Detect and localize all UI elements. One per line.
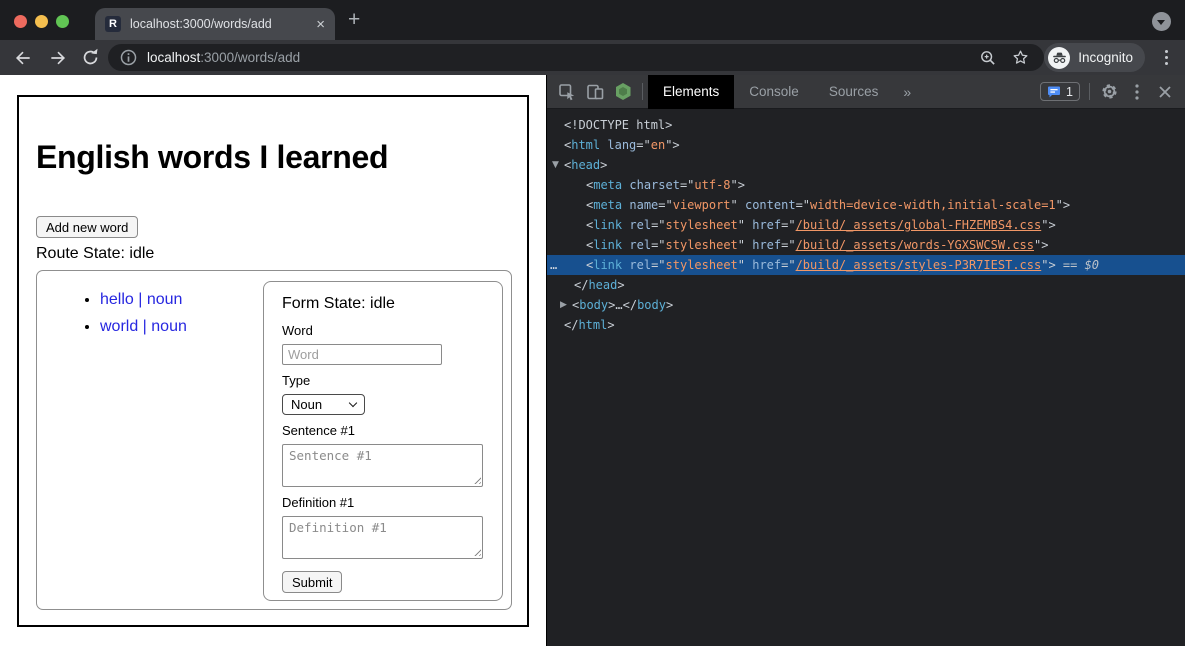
back-button[interactable] xyxy=(10,45,35,70)
devtools-toolbar: Elements Console Sources » 1 xyxy=(547,75,1185,109)
green-hexagon-icon xyxy=(616,83,631,100)
definition-textarea[interactable] xyxy=(282,516,483,559)
bookmark-button[interactable] xyxy=(1008,46,1032,70)
definition-label: Definition #1 xyxy=(282,495,484,510)
devtools-menu-button[interactable] xyxy=(1123,79,1151,105)
type-select[interactable]: Noun xyxy=(282,394,365,415)
dom-tree-node[interactable]: <meta charset="utf-8"> xyxy=(547,175,1185,195)
star-icon xyxy=(1011,48,1030,67)
dom-tree-node[interactable]: …<link rel="stylesheet" href="/build/_as… xyxy=(547,255,1185,275)
sentence-label: Sentence #1 xyxy=(282,423,484,438)
word-link-hello[interactable]: hello | noun xyxy=(100,291,182,308)
reload-icon xyxy=(81,48,100,67)
devtools-panel: Elements Console Sources » 1 xyxy=(546,75,1185,646)
tab-close-icon[interactable]: × xyxy=(316,17,325,32)
list-item: world | noun xyxy=(100,318,187,336)
browser-toolbar: localhost:3000/words/add xyxy=(0,40,1185,75)
chevron-down-icon xyxy=(1157,20,1165,25)
dom-tree-node[interactable]: ▶<body>…</body> xyxy=(547,295,1185,315)
incognito-label: Incognito xyxy=(1078,50,1133,65)
issues-counter-button[interactable]: 1 xyxy=(1040,82,1080,101)
sentence-textarea[interactable] xyxy=(282,444,483,487)
dom-tree-node[interactable]: </head> xyxy=(547,275,1185,295)
list-item: hello | noun xyxy=(100,291,187,309)
more-tabs-button[interactable]: » xyxy=(893,84,921,100)
inspected-node-hint: == $0 xyxy=(1056,258,1099,272)
forward-button[interactable] xyxy=(45,45,70,70)
incognito-badge[interactable]: Incognito xyxy=(1044,43,1145,72)
inspect-element-button[interactable] xyxy=(553,79,581,105)
device-toolbar-button[interactable] xyxy=(581,79,609,105)
zoom-level-button[interactable] xyxy=(976,46,1000,70)
kebab-icon xyxy=(1165,50,1168,53)
gear-icon xyxy=(1101,83,1118,100)
page-container: English words I learned Add new word Rou… xyxy=(17,95,529,627)
window-minimize-button[interactable] xyxy=(35,15,48,28)
arrow-left-icon xyxy=(13,48,33,68)
type-select-value: Noun xyxy=(291,397,322,412)
window-close-button[interactable] xyxy=(14,15,27,28)
word-list: hello | noun world | noun xyxy=(37,291,187,345)
issues-count: 1 xyxy=(1066,85,1073,99)
incognito-icon xyxy=(1052,52,1067,64)
remix-favicon-icon: R xyxy=(105,16,121,32)
word-label: Word xyxy=(282,323,484,338)
address-bar[interactable]: localhost:3000/words/add xyxy=(108,44,1044,71)
dom-tree-node[interactable]: <link rel="stylesheet" href="/build/_ass… xyxy=(547,235,1185,255)
web-page: English words I learned Add new word Rou… xyxy=(0,75,546,646)
window-zoom-button[interactable] xyxy=(56,15,69,28)
more-actions-icon[interactable]: … xyxy=(550,255,557,275)
incognito-avatar xyxy=(1048,47,1070,69)
dom-tree-node[interactable]: <html lang="en"> xyxy=(547,135,1185,155)
page-title: English words I learned xyxy=(36,139,388,176)
divider xyxy=(642,83,643,100)
dom-tree-node[interactable]: <link rel="stylesheet" href="/build/_ass… xyxy=(547,215,1185,235)
word-input[interactable] xyxy=(282,344,442,365)
close-icon xyxy=(1158,85,1172,99)
new-tab-button[interactable]: + xyxy=(348,10,360,30)
route-state-text: Route State: idle xyxy=(36,245,154,263)
browser-tab[interactable]: R localhost:3000/words/add × xyxy=(95,8,335,40)
inspect-cursor-icon xyxy=(558,83,576,101)
site-info-icon[interactable] xyxy=(120,49,137,66)
browser-window: R localhost:3000/words/add × + localhost… xyxy=(0,0,1185,646)
url-text[interactable]: localhost:3000/words/add xyxy=(147,50,976,65)
content-area: English words I learned Add new word Rou… xyxy=(0,75,1185,646)
dom-tree-node[interactable]: ▼<head> xyxy=(547,155,1185,175)
chevron-down-icon xyxy=(349,399,357,407)
words-panel: hello | noun world | noun Form State: id… xyxy=(36,270,512,610)
disclosure-triangle-icon[interactable]: ▶ xyxy=(560,295,567,315)
disclosure-triangle-icon[interactable]: ▼ xyxy=(552,155,559,175)
divider xyxy=(1089,83,1090,100)
device-toolbar-icon xyxy=(586,83,605,101)
dom-tree-node[interactable]: <meta name="viewport" content="width=dev… xyxy=(547,195,1185,215)
form-state-text: Form State: idle xyxy=(282,295,484,313)
type-label: Type xyxy=(282,373,484,388)
reload-button[interactable] xyxy=(78,45,103,70)
tab-sources[interactable]: Sources xyxy=(814,75,894,109)
arrow-right-icon xyxy=(48,48,68,68)
browser-menu-button[interactable] xyxy=(1157,48,1175,67)
tab-elements[interactable]: Elements xyxy=(648,75,734,109)
word-link-world[interactable]: world | noun xyxy=(100,318,187,335)
tab-search-button[interactable] xyxy=(1152,12,1171,31)
add-new-word-button[interactable]: Add new word xyxy=(36,216,138,238)
tab-strip: R localhost:3000/words/add × + xyxy=(0,0,1185,40)
magnifier-plus-icon xyxy=(979,49,997,67)
kebab-icon xyxy=(1135,84,1139,100)
issues-chat-icon xyxy=(1047,86,1061,98)
tab-console[interactable]: Console xyxy=(734,75,814,109)
dom-tree-node[interactable]: <!DOCTYPE html> xyxy=(547,115,1185,135)
devtools-settings-button[interactable] xyxy=(1095,79,1123,105)
node-extension-icon[interactable] xyxy=(609,79,637,105)
submit-button[interactable]: Submit xyxy=(282,571,342,593)
elements-tree: <!DOCTYPE html><html lang="en">▼<head><m… xyxy=(547,110,1185,646)
tab-title: localhost:3000/words/add xyxy=(130,17,308,31)
dom-tree-node[interactable]: </html> xyxy=(547,315,1185,335)
devtools-close-button[interactable] xyxy=(1151,79,1179,105)
add-word-form: Form State: idle Word Type Noun Sentence… xyxy=(263,281,503,601)
